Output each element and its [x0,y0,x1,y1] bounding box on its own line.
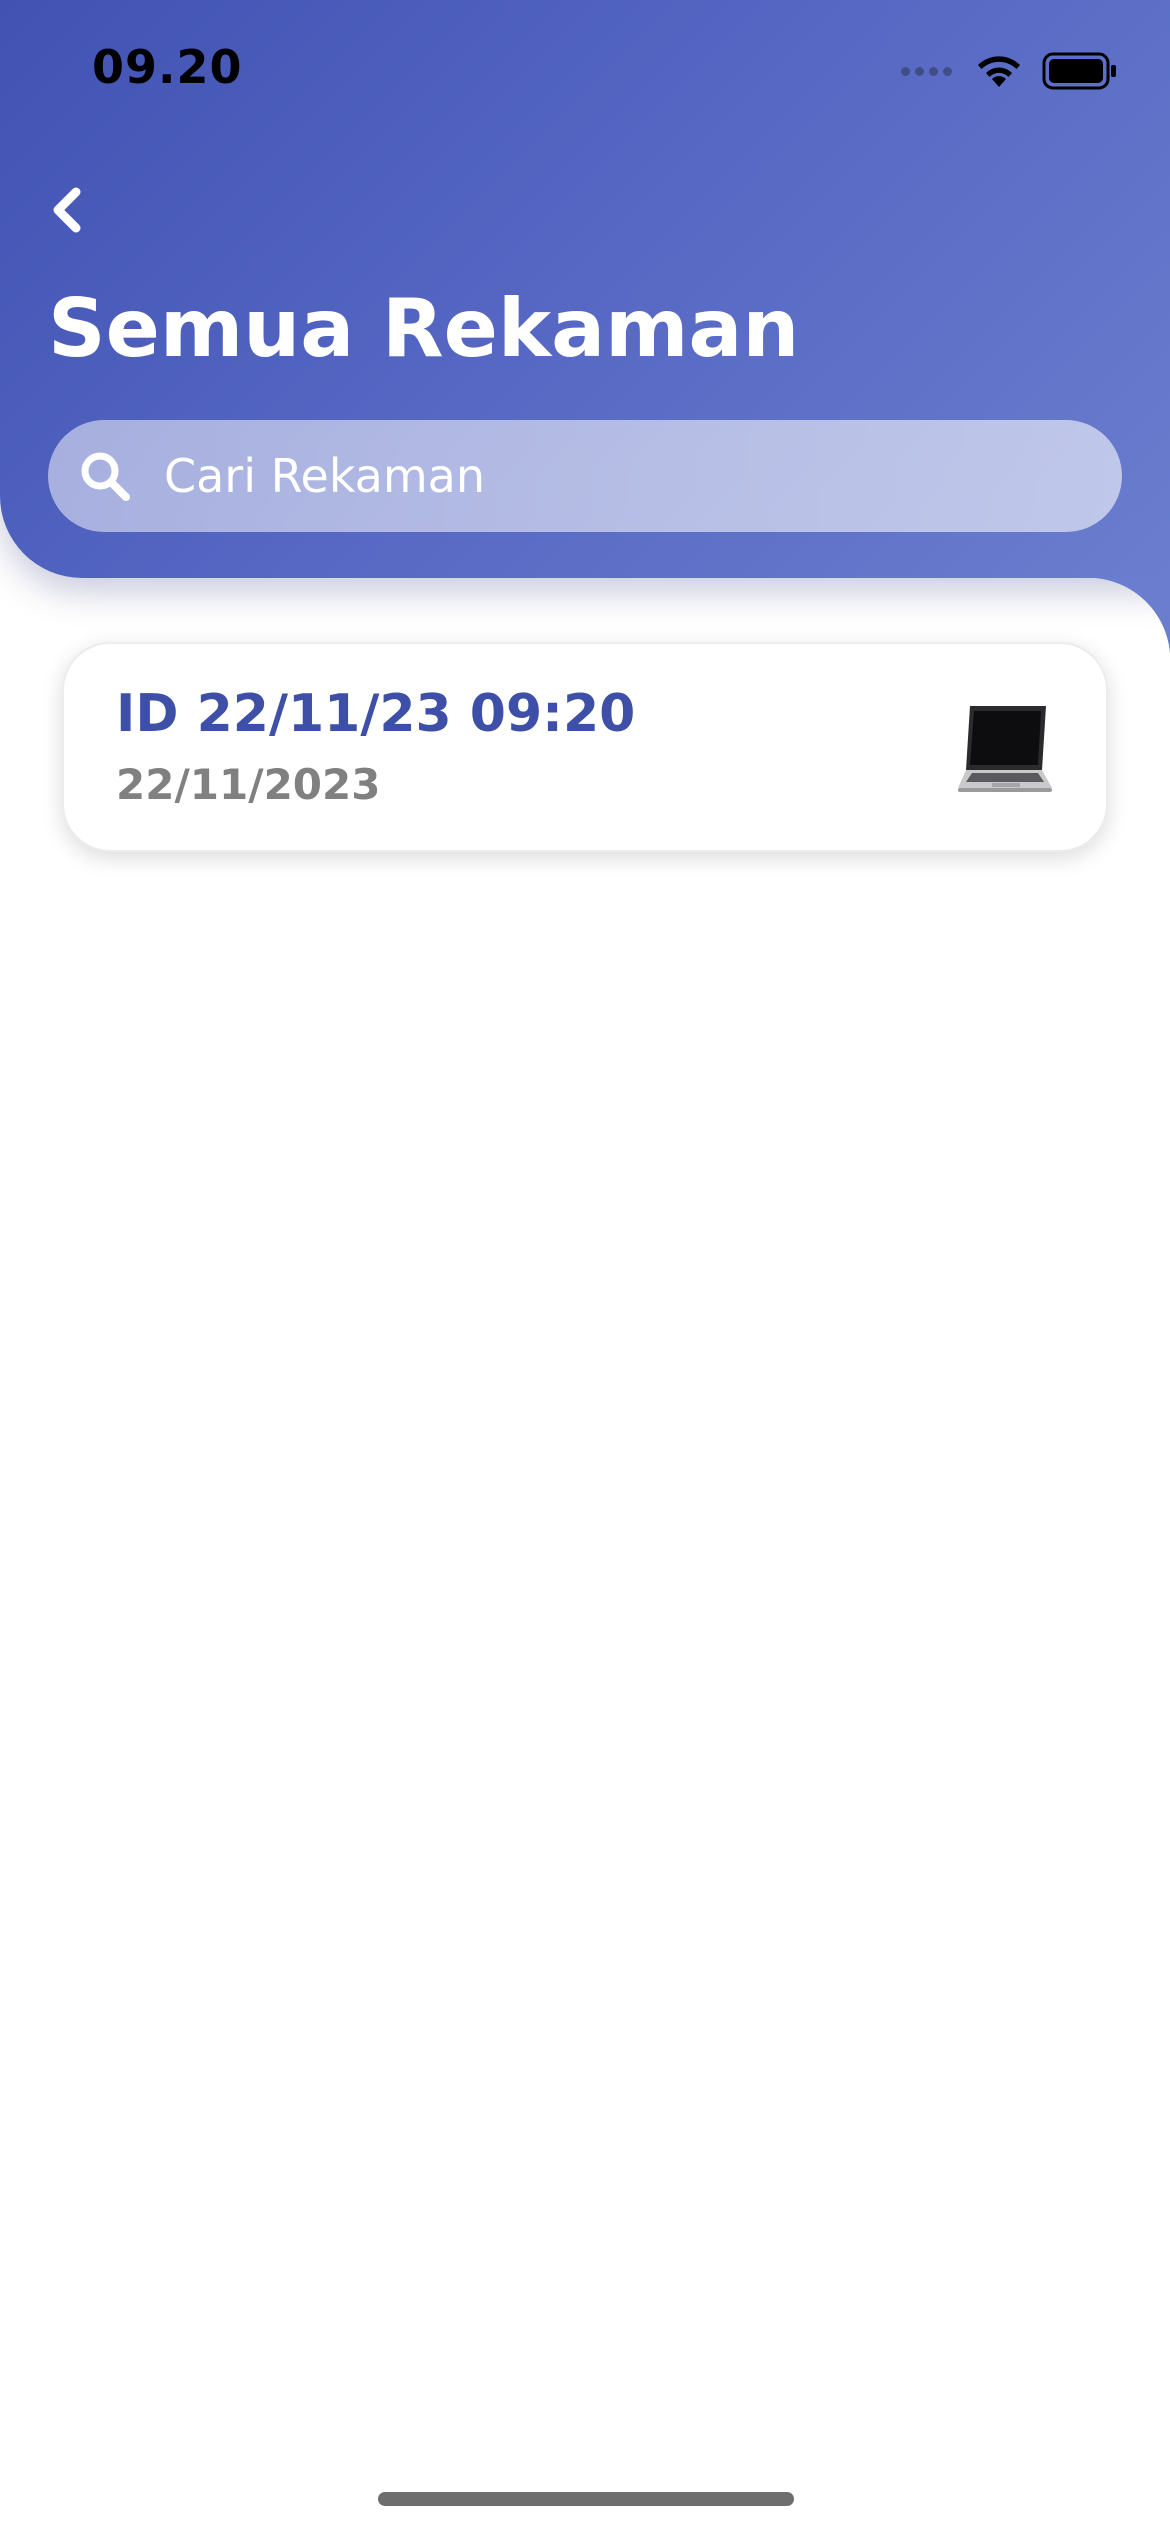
search-icon [81,452,130,501]
wifi-icon [978,56,1020,87]
record-date: 22/11/2023 [116,760,381,809]
search-bar[interactable] [48,419,1122,533]
home-indicator[interactable] [378,2492,794,2506]
search-input[interactable] [162,419,1122,533]
header-corner [1088,578,1170,660]
record-title: ID 22/11/23 09:20 [116,684,636,744]
battery-icon [1042,52,1116,90]
status-icons [901,52,1118,90]
laptop-icon [958,706,1052,792]
header: 09.20 Semua Rekaman [0,0,1170,578]
chevron-left-icon [53,187,81,233]
back-button[interactable] [42,180,102,240]
status-time: 09.20 [92,40,243,94]
signal-dots-icon [901,66,952,76]
record-card[interactable]: ID 22/11/23 09:20 22/11/2023 [62,642,1108,852]
page-title: Semua Rekaman [48,282,800,375]
